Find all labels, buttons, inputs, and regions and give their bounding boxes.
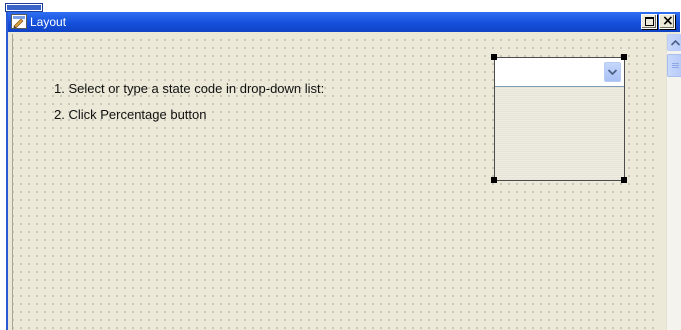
instruction-step-1: 1. Select or type a state code in drop-d… (54, 81, 325, 96)
maximize-icon (645, 17, 654, 26)
maximize-button[interactable] (641, 14, 657, 29)
state-code-combobox[interactable] (494, 57, 625, 181)
layout-form-icon (11, 14, 27, 29)
scroll-up-arrow-icon (671, 40, 680, 46)
state-code-list[interactable] (495, 87, 624, 180)
close-button[interactable]: × (659, 13, 675, 29)
instruction-step-2: 2. Click Percentage button (54, 107, 207, 122)
window-titlebar[interactable]: Layout × (8, 12, 680, 32)
resize-handle-bottom-right[interactable] (621, 177, 627, 183)
scroll-up-button[interactable] (667, 34, 681, 51)
thumb-grip-line (672, 67, 679, 68)
resize-handle-bottom-left[interactable] (491, 177, 497, 183)
resize-handle-top-left[interactable] (491, 54, 497, 60)
close-icon: × (662, 13, 674, 29)
thumb-grip-line (672, 63, 679, 64)
vertical-scrollbar[interactable] (666, 34, 681, 330)
minimized-window-tab[interactable] (6, 4, 42, 11)
parent-window-strip (0, 0, 681, 12)
dropdown-arrow-button[interactable] (604, 62, 621, 82)
resize-handle-top-right[interactable] (621, 54, 627, 60)
window-title: Layout (30, 15, 67, 29)
scroll-thumb[interactable] (667, 54, 681, 77)
thumb-grip-line (672, 65, 679, 66)
chevron-down-icon (608, 69, 617, 75)
